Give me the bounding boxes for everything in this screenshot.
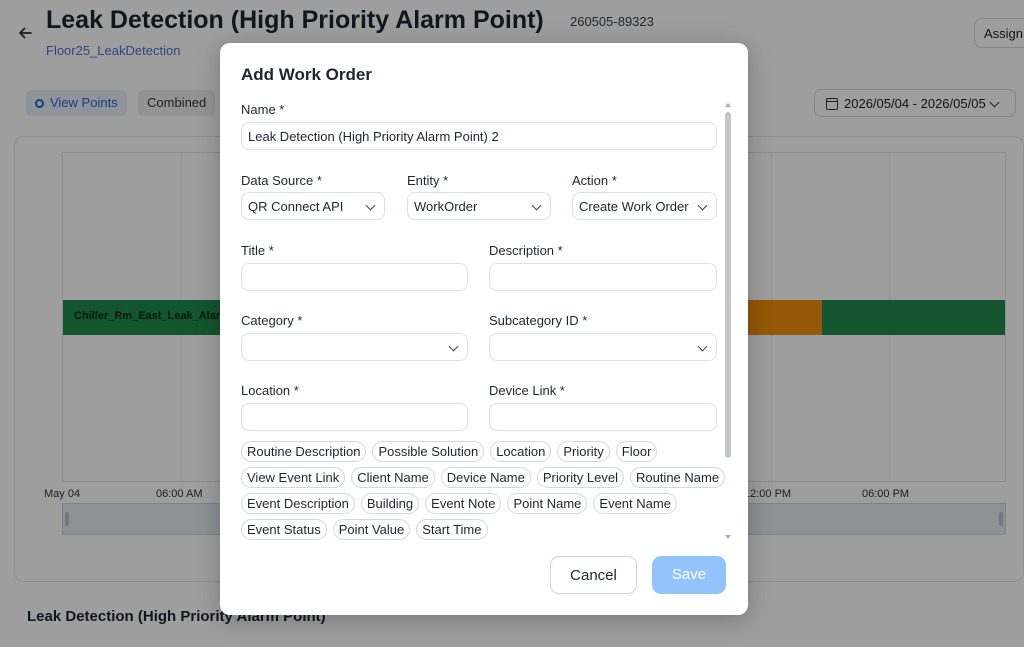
- select-value: QR Connect API: [248, 199, 344, 214]
- select-value: Create Work Order: [579, 199, 689, 214]
- dialog-scrollbar[interactable]: [724, 101, 732, 541]
- placeholder-chip[interactable]: Point Name: [507, 493, 588, 514]
- placeholder-chip[interactable]: Client Name: [351, 467, 435, 488]
- cancel-button[interactable]: Cancel: [550, 556, 637, 594]
- chevron-down-icon: [531, 200, 542, 211]
- placeholder-chip[interactable]: Building: [360, 493, 420, 514]
- placeholder-chip[interactable]: Floor: [615, 441, 658, 462]
- device-link-input[interactable]: [489, 403, 717, 431]
- add-work-order-dialog: Add Work Order Name * Leak Detection (Hi…: [220, 43, 748, 615]
- placeholder-chip[interactable]: Event Description: [241, 493, 355, 514]
- location-label: Location *: [241, 383, 299, 398]
- data-source-select[interactable]: QR Connect API: [241, 192, 385, 220]
- placeholder-chip[interactable]: Routine Name: [629, 467, 726, 488]
- entity-label: Entity *: [407, 173, 449, 188]
- category-select[interactable]: [241, 333, 468, 361]
- scroll-down-arrow-icon[interactable]: [725, 535, 731, 539]
- placeholder-chip[interactable]: Routine Description: [241, 441, 367, 462]
- description-input[interactable]: [489, 263, 717, 291]
- chip-row: Event Description Building Event Note Point…: [241, 493, 683, 514]
- placeholder-chip[interactable]: Priority Level: [536, 467, 624, 488]
- chevron-down-icon: [697, 200, 708, 211]
- chip-row: Routine Description Possible Solution Loca…: [241, 441, 663, 462]
- action-select[interactable]: Create Work Order: [572, 192, 717, 220]
- name-input[interactable]: Leak Detection (High Priority Alarm Poin…: [241, 122, 717, 150]
- subcategory-select[interactable]: [489, 333, 717, 361]
- select-value: WorkOrder: [414, 199, 478, 214]
- placeholder-chip[interactable]: Start Time: [416, 519, 488, 540]
- placeholder-chip[interactable]: Point Value: [332, 519, 411, 540]
- location-input[interactable]: [241, 403, 468, 431]
- dialog-title: Add Work Order: [241, 65, 372, 84]
- scrollbar-thumb[interactable]: [725, 112, 731, 458]
- placeholder-chip[interactable]: Event Status: [241, 519, 327, 540]
- chevron-down-icon: [697, 341, 708, 352]
- placeholder-chip[interactable]: Possible Solution: [372, 441, 485, 462]
- title-input[interactable]: [241, 263, 468, 291]
- placeholder-chip[interactable]: Priority: [557, 441, 610, 462]
- save-button[interactable]: Save: [652, 556, 726, 594]
- device-link-label: Device Link *: [489, 383, 565, 398]
- data-source-label: Data Source *: [241, 173, 322, 188]
- description-label: Description *: [489, 243, 563, 258]
- placeholder-chip[interactable]: Device Name: [440, 467, 531, 488]
- name-label: Name *: [241, 102, 285, 117]
- chip-row: View Event Link Client Name Device Name Pri…: [241, 467, 731, 488]
- scroll-up-arrow-icon[interactable]: [725, 103, 731, 107]
- category-label: Category *: [241, 313, 303, 328]
- placeholder-chip[interactable]: View Event Link: [241, 467, 346, 488]
- placeholder-chip[interactable]: Event Name: [593, 493, 677, 514]
- title-label: Title *: [241, 243, 274, 258]
- placeholder-chip[interactable]: Location: [490, 441, 552, 462]
- subcategory-label: Subcategory ID *: [489, 313, 588, 328]
- chip-row: Event Status Point Value Start Time: [241, 519, 494, 540]
- entity-select[interactable]: WorkOrder: [407, 192, 551, 220]
- action-label: Action *: [572, 173, 617, 188]
- chevron-down-icon: [448, 341, 459, 352]
- placeholder-chip[interactable]: Event Note: [425, 493, 502, 514]
- chevron-down-icon: [365, 200, 376, 211]
